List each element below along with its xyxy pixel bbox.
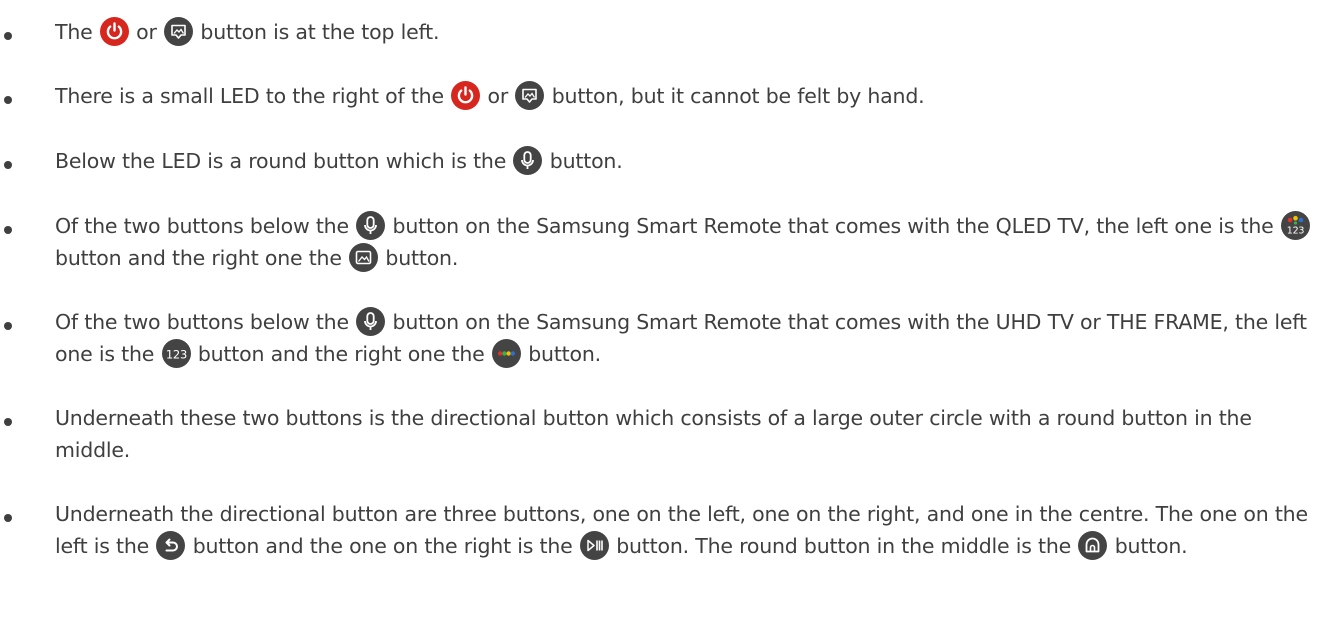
text-segment: button. — [521, 342, 601, 366]
microphone-icon — [513, 146, 543, 175]
bullet-dot — [4, 161, 12, 169]
text-segment: There is a small LED to the right of the — [55, 84, 451, 108]
text-segment: Of the two buttons below the — [55, 214, 356, 238]
power-icon — [451, 81, 481, 110]
text-segment: Below the LED is a round button which is… — [55, 149, 513, 173]
text-segment: button on the Samsung Smart Remote that … — [386, 214, 1280, 238]
text-segment: button. — [543, 149, 623, 173]
text-segment: button, but it cannot be felt by hand. — [545, 84, 925, 108]
bullet-dot — [4, 226, 12, 234]
list-item-text: Of the two buttons below the button on t… — [55, 210, 1311, 274]
power-icon — [99, 17, 129, 46]
ambient-frame-icon — [349, 243, 379, 272]
icon-digits: 123 — [165, 348, 186, 362]
list-item-text: Below the LED is a round button which is… — [55, 145, 1311, 177]
text-segment: Underneath these two buttons is the dire… — [55, 406, 1259, 462]
list-item-text: Of the two buttons below the button on t… — [55, 306, 1311, 370]
list-item-text: The or button is at the top left. — [55, 16, 1311, 48]
home-icon — [1078, 531, 1108, 560]
bullet-dot — [4, 514, 12, 522]
play-pause-icon — [579, 531, 609, 560]
microphone-icon — [356, 211, 386, 240]
list-item-text: Underneath these two buttons is the dire… — [55, 402, 1311, 466]
text-segment: button is at the top left. — [194, 20, 440, 44]
bullet-dot — [4, 96, 12, 104]
bullet-dot — [4, 418, 12, 426]
text-segment: or — [129, 20, 164, 44]
text-segment: Of the two buttons below the — [55, 310, 356, 334]
color-dots-icon — [491, 339, 521, 368]
ambient-mode-icon — [164, 17, 194, 46]
list-item-text: Underneath the directional button are th… — [55, 498, 1311, 562]
icon-digits: 123 — [1287, 226, 1305, 237]
list-item-text: There is a small LED to the right of the… — [55, 80, 1311, 112]
return-icon — [156, 531, 186, 560]
text-segment: button and the right one the — [191, 342, 491, 366]
text-segment: button and the one on the right is the — [186, 534, 579, 558]
number-123-icon: 123 — [161, 339, 191, 368]
text-segment: button. — [1108, 534, 1188, 558]
microphone-icon — [356, 307, 386, 336]
text-segment: The — [55, 20, 99, 44]
color-123-icon: 123 — [1280, 211, 1310, 240]
bullet-dot — [4, 322, 12, 330]
ambient-mode-icon — [515, 81, 545, 110]
bullet-dot — [4, 32, 12, 40]
text-segment: button. — [379, 246, 459, 270]
text-segment: button. The round button in the middle i… — [609, 534, 1078, 558]
text-segment: or — [481, 84, 515, 108]
